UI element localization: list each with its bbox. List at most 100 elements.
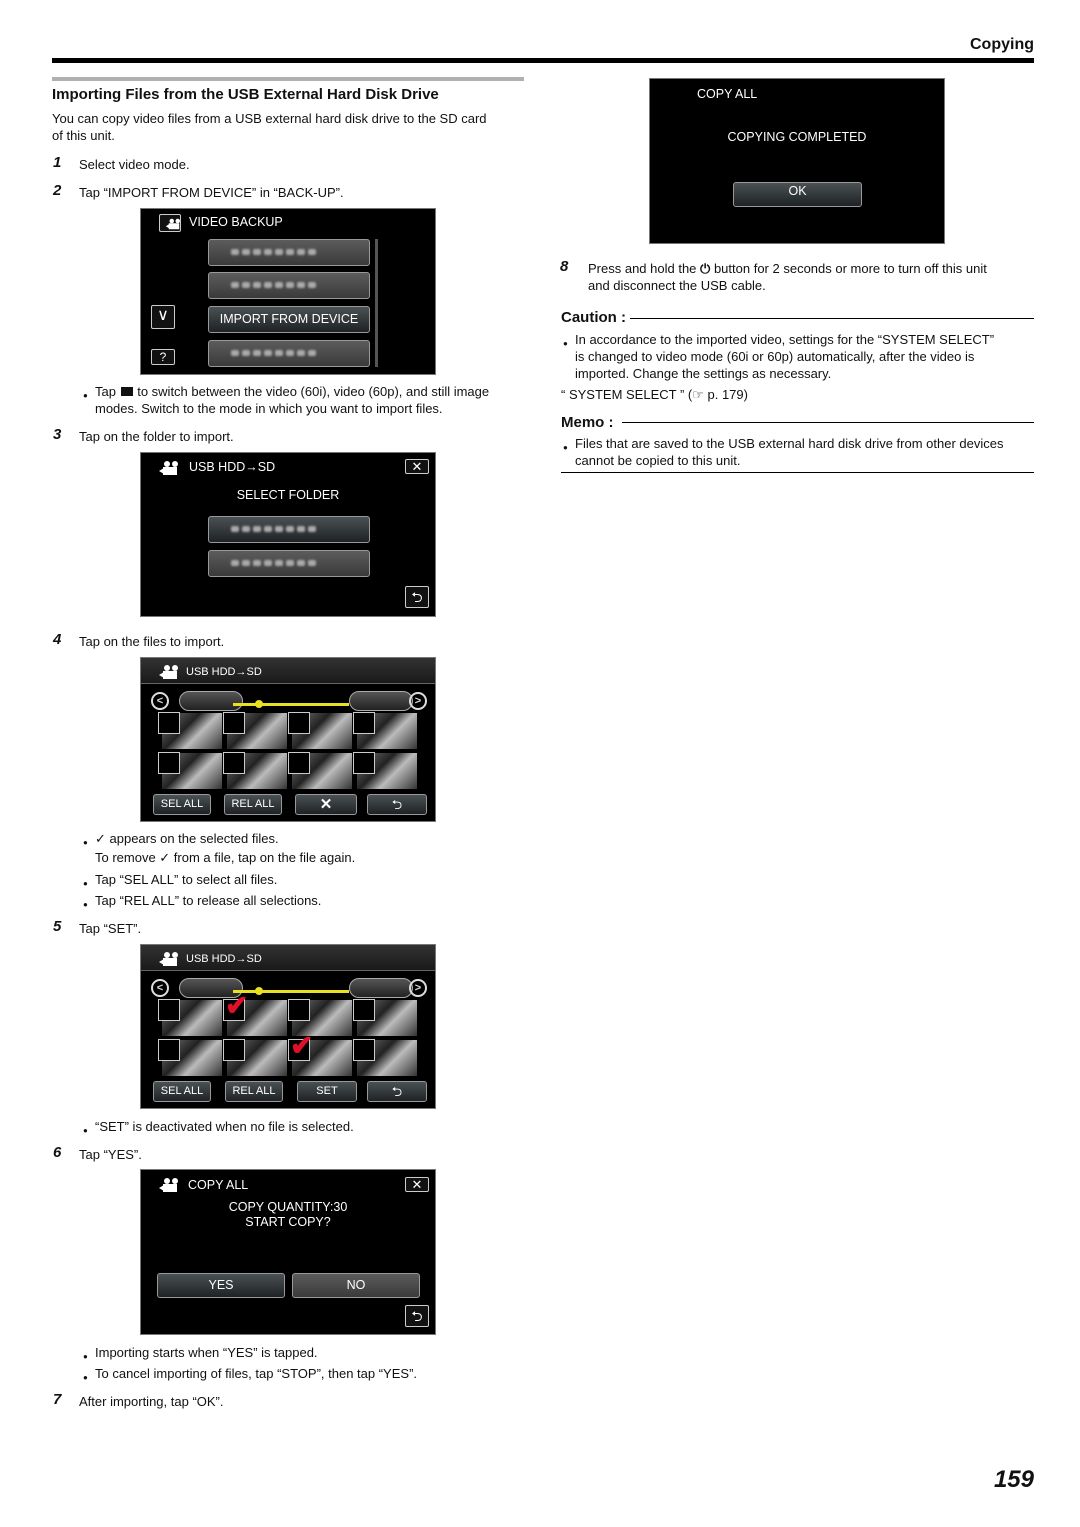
file-checkbox[interactable]	[158, 752, 180, 774]
next-page-button[interactable]: >	[409, 979, 427, 997]
step-number: 2	[53, 182, 62, 199]
note-bullet: Tap to switch between the video (60i), v…	[83, 383, 535, 404]
page-slider[interactable]	[233, 990, 349, 993]
note-text: To remove ✓ from a file, tap on the file…	[95, 850, 356, 865]
step-text: Press and hold the ⏻ button for 2 second…	[588, 260, 1038, 277]
intro-line-1: You can copy video files from a USB exte…	[52, 111, 487, 126]
menu-item[interactable]	[208, 272, 370, 299]
mode-toggle-button[interactable]	[159, 214, 181, 232]
step-text: Tap “SET”.	[79, 921, 142, 936]
chevron-left-icon: <	[156, 982, 164, 994]
video-backup-screen: VIDEO BACKUP IMPORT FROM DEVICE ∨ ?	[140, 208, 436, 375]
rel-all-button[interactable]: REL ALL	[225, 1081, 283, 1102]
file-checkbox[interactable]	[353, 1039, 375, 1061]
title-rule	[52, 77, 524, 81]
page-slider[interactable]	[233, 703, 349, 706]
sel-all-button[interactable]: SEL ALL	[153, 794, 211, 815]
cancel-button[interactable]: ✕	[295, 794, 357, 815]
checkmark-icon: ✔	[290, 1030, 314, 1061]
sel-all-button[interactable]: SEL ALL	[153, 1081, 211, 1102]
camera-icon	[159, 1178, 181, 1192]
slider-handle[interactable]	[255, 700, 263, 708]
file-checkbox[interactable]	[353, 999, 375, 1021]
folder-item[interactable]	[208, 550, 370, 577]
memo-label: Memo :	[561, 414, 618, 431]
note-text: Tap	[95, 384, 116, 399]
back-button[interactable]: ⮌	[367, 794, 427, 815]
folder-item[interactable]	[208, 516, 370, 543]
menu-item[interactable]	[208, 340, 370, 367]
file-checkbox[interactable]	[158, 999, 180, 1021]
set-button[interactable]: SET	[297, 1081, 357, 1102]
step-text: Tap on the files to import.	[79, 634, 225, 649]
caution-bullet: In accordance to the imported video, set…	[563, 331, 994, 352]
note-bullet: “SET” is deactivated when no file is sel…	[83, 1118, 354, 1139]
step-text: Tap “YES”.	[79, 1147, 142, 1162]
file-checkbox[interactable]	[353, 712, 375, 734]
rel-all-button[interactable]: REL ALL	[224, 794, 282, 815]
file-checkbox[interactable]	[223, 1039, 245, 1061]
step-number: 4	[53, 631, 62, 648]
back-button[interactable]: ⮌	[367, 1081, 427, 1102]
screen-title: COPY ALL	[188, 1178, 249, 1192]
file-checkbox[interactable]	[223, 712, 245, 734]
memo-text: cannot be copied to this unit.	[575, 453, 741, 468]
no-button[interactable]: NO	[292, 1273, 420, 1298]
file-checkbox[interactable]	[288, 999, 310, 1021]
back-icon: ⮌	[391, 1084, 403, 1099]
caution-rule	[630, 318, 1034, 319]
back-button[interactable]: ⮌	[405, 586, 429, 608]
step-text: Select video mode.	[79, 157, 190, 172]
scrollbar[interactable]	[375, 239, 378, 367]
back-button[interactable]: ⮌	[405, 1305, 429, 1327]
scroll-down-button[interactable]: ∨	[151, 305, 175, 329]
chevron-right-icon: >	[414, 982, 422, 994]
ok-button[interactable]: OK	[733, 182, 862, 207]
step-number: 7	[53, 1391, 62, 1408]
slider-handle[interactable]	[255, 987, 263, 995]
page-number: 159	[993, 1466, 1034, 1493]
file-checkbox[interactable]	[288, 752, 310, 774]
step-text-part: Press and hold the	[588, 261, 697, 276]
intro-line-2: of this unit.	[52, 128, 115, 143]
copy-completed-screen: COPY ALL COPYING COMPLETED OK	[649, 78, 945, 244]
power-icon: ⏻	[700, 261, 711, 276]
camera-icon	[120, 386, 134, 396]
file-checkbox[interactable]	[223, 752, 245, 774]
start-copy-prompt: START COPY?	[245, 1215, 331, 1229]
system-select-link[interactable]: “ SYSTEM SELECT ” (☞ p. 179)	[561, 386, 748, 403]
memo-bottom-rule	[561, 472, 1034, 473]
import-from-device-button[interactable]: IMPORT FROM DEVICE	[208, 306, 370, 333]
prev-page-button[interactable]: <	[151, 979, 169, 997]
page-title: Importing Files from the USB External Ha…	[52, 86, 439, 103]
note-text: to switch between the video (60i), video…	[137, 384, 490, 399]
close-icon: ✕	[411, 1177, 423, 1192]
camera-icon	[159, 665, 181, 679]
memo-rule	[622, 422, 1034, 423]
copy-confirm-screen: COPY ALL ✕ COPY QUANTITY:30 START COPY? …	[140, 1169, 436, 1335]
close-button[interactable]: ✕	[405, 459, 429, 474]
note-bullet: Tap “SEL ALL” to select all files.	[83, 871, 277, 892]
file-checkbox[interactable]	[353, 752, 375, 774]
file-checkbox[interactable]	[158, 1039, 180, 1061]
file-select-screen: USB HDD→SD < > SEL ALL REL ALL SET ⮌ ✔ ✔	[140, 944, 436, 1109]
next-page-button[interactable]: >	[409, 692, 427, 710]
checkmark-icon: ✔	[225, 990, 249, 1021]
prev-page-button[interactable]: <	[151, 692, 169, 710]
caution-text: is changed to video mode (60i or 60p) au…	[575, 349, 975, 364]
memo-bullet: Files that are saved to the USB external…	[563, 435, 1003, 456]
step-text: After importing, tap “OK”.	[79, 1394, 224, 1409]
chevron-down-icon: ∨	[157, 307, 169, 324]
step-text: Tap on the folder to import.	[79, 429, 234, 444]
chevron-left-icon: <	[156, 695, 164, 707]
file-checkbox[interactable]	[288, 712, 310, 734]
note-bullet: ✓ appears on the selected files.	[83, 830, 279, 851]
step-number: 6	[53, 1144, 62, 1161]
step-text: and disconnect the USB cable.	[588, 278, 766, 293]
file-checkbox[interactable]	[158, 712, 180, 734]
help-button[interactable]: ?	[151, 349, 175, 365]
back-icon: ⮌	[391, 797, 403, 812]
close-button[interactable]: ✕	[405, 1177, 429, 1192]
menu-item[interactable]	[208, 239, 370, 266]
yes-button[interactable]: YES	[157, 1273, 285, 1298]
